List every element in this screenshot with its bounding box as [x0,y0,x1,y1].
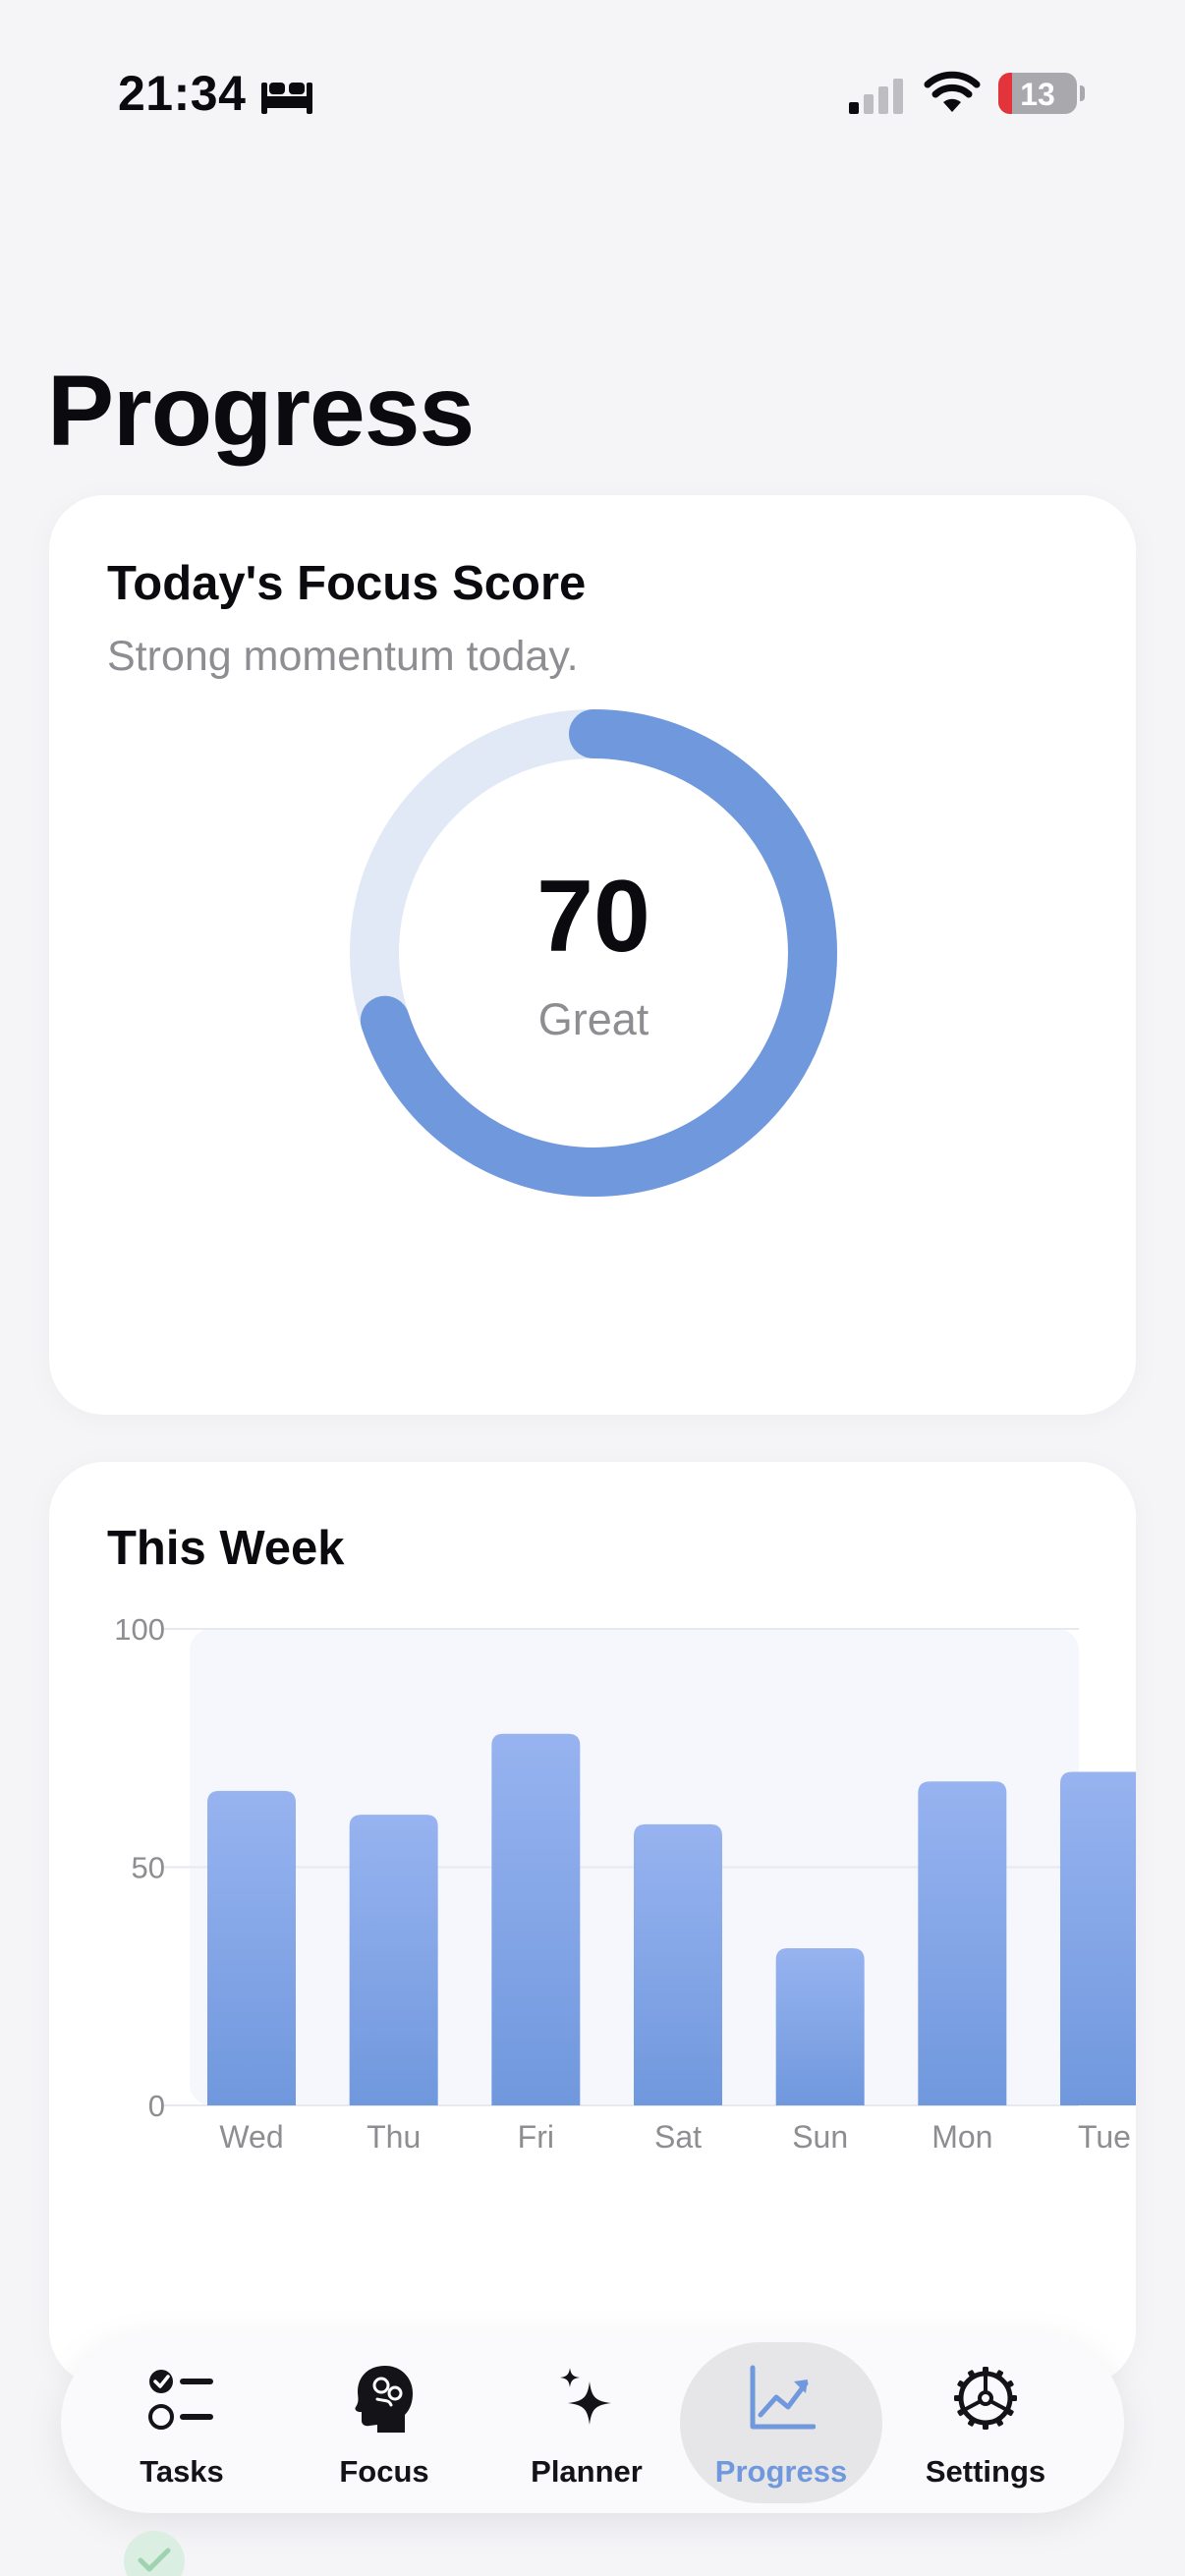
checklist-icon [148,2370,213,2430]
focus-score-value: 70 [536,860,650,974]
bar-mon [918,1781,1007,2105]
tab-bar: Tasks Focus Planner Progress Settings [61,2332,1124,2513]
bed-icon [261,83,312,114]
x-tick-label: Mon [931,2119,992,2150]
tab-settings-label: Settings [925,2454,1046,2489]
sparkles-icon [560,2368,611,2425]
gear-tooth [954,2395,963,2401]
tab-settings[interactable]: Settings [884,2342,1087,2503]
brain-head-icon [355,2366,413,2433]
bar-sat [634,1823,722,2105]
focus-score-subtitle: Strong momentum today. [107,633,579,680]
focus-score-card: Today's Focus Score Strong momentum toda… [49,495,1136,1415]
wifi-icon [924,71,981,112]
battery-cap [1080,85,1085,101]
bar-wed [207,1790,296,2105]
x-tick-label: Fri [518,2119,554,2150]
y-tick-label: 50 [132,1851,165,1885]
x-tick-label: Sun [792,2119,848,2150]
tab-tasks-label: Tasks [140,2454,224,2489]
check-circle-icon [124,2531,185,2576]
bar-thu [349,1815,438,2105]
tab-focus-label: Focus [339,2454,429,2489]
weekly-bar-chart: 100 50 0 Wed Thu Fri Sat Sun Mon Tue [114,1612,1136,2150]
battery-icon: 13 [998,73,1077,114]
status-time: 21:34 [118,66,247,121]
focus-score-title: Today's Focus Score [107,557,587,610]
focus-score-rating: Great [537,994,649,1044]
status-bar: 21:34 13 [0,0,1185,196]
gear-icon [954,2367,1017,2430]
tab-planner[interactable]: Planner [485,2342,688,2503]
week-card: This Week 100 50 0 Wed Thu Fri Sat Sun Mon Tue [49,1462,1136,2385]
x-tick-label: Wed [219,2119,283,2150]
page-title: Progress [47,355,475,467]
y-tick-label: 0 [148,2089,165,2123]
gear-tooth [1008,2395,1017,2401]
x-tick-label: Sat [654,2119,702,2150]
cellular-signal-icon [849,79,903,114]
bar-tue [1060,1771,1136,2105]
x-tick-label: Thu [367,2119,421,2150]
tab-progress-label: Progress [714,2454,848,2489]
battery-level: 13 [1020,77,1055,112]
x-tick-label: Tue [1078,2119,1131,2150]
gear-tooth [983,2421,988,2430]
tab-tasks[interactable]: Tasks [81,2342,283,2503]
tab-focus[interactable]: Focus [283,2342,485,2503]
y-tick-label: 100 [114,1612,165,1647]
gear-tooth [983,2367,988,2376]
bar-sun [775,1947,865,2105]
tab-planner-label: Planner [531,2454,643,2489]
bar-fri [491,1733,581,2105]
tab-progress[interactable]: Progress [680,2342,882,2503]
chart-trend-icon [750,2365,816,2430]
